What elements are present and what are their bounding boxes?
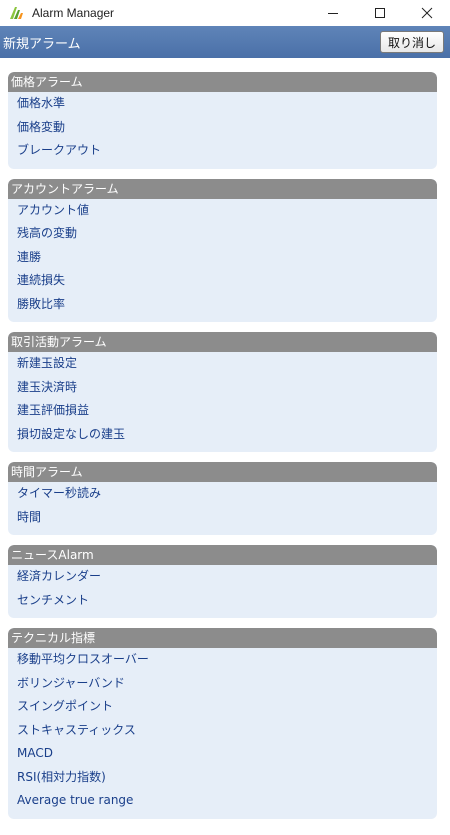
minimize-icon bbox=[327, 13, 338, 14]
list-item[interactable]: 建玉評価損益 bbox=[8, 399, 437, 423]
list-item[interactable]: センチメント bbox=[8, 589, 437, 613]
list-item[interactable]: 経済カレンダー bbox=[8, 565, 437, 589]
app-logo-icon bbox=[8, 5, 24, 21]
list-item[interactable]: RSI(相対力指数) bbox=[8, 766, 437, 790]
section-header: アカウントアラーム bbox=[8, 178, 437, 199]
maximize-icon bbox=[374, 8, 385, 18]
alarm-type-list: 価格アラーム 価格水準 価格変動 ブレークアウト アカウントアラーム アカウント… bbox=[0, 58, 450, 819]
page-title: 新規アラーム bbox=[3, 36, 81, 52]
section-account-alarm: アカウントアラーム アカウント値 残高の変動 連勝 連続損失 勝敗比率 bbox=[8, 178, 437, 322]
section-header: 価格アラーム bbox=[8, 72, 437, 92]
list-item[interactable]: 連続損失 bbox=[8, 269, 437, 293]
list-item[interactable]: 残高の変動 bbox=[8, 222, 437, 246]
list-item[interactable]: ストキャスティックス bbox=[8, 719, 437, 743]
list-item[interactable]: Average true range bbox=[8, 789, 437, 813]
section-header: ニュースAlarm bbox=[8, 545, 437, 565]
list-item[interactable]: 時間 bbox=[8, 506, 437, 530]
list-item[interactable]: ブレークアウト bbox=[8, 139, 437, 163]
close-button[interactable] bbox=[403, 0, 450, 26]
section-header: テクニカル指標 bbox=[8, 628, 437, 648]
window-controls bbox=[309, 0, 450, 26]
section-time-alarm: 時間アラーム タイマー秒読み 時間 bbox=[8, 462, 437, 535]
list-item[interactable]: アカウント値 bbox=[8, 199, 437, 223]
title-bar: Alarm Manager bbox=[0, 0, 450, 26]
list-item[interactable]: 損切設定なしの建玉 bbox=[8, 423, 437, 447]
section-trade-activity-alarm: 取引活動アラーム 新建玉設定 建玉決済時 建玉評価損益 損切設定なしの建玉 bbox=[8, 332, 437, 452]
section-header: 取引活動アラーム bbox=[8, 332, 437, 352]
list-item[interactable]: 価格水準 bbox=[8, 92, 437, 116]
cancel-button[interactable]: 取り消し bbox=[380, 31, 444, 53]
list-item[interactable]: スイングポイント bbox=[8, 695, 437, 719]
section-header: 時間アラーム bbox=[8, 462, 437, 482]
close-icon bbox=[421, 7, 432, 19]
section-technical-indicator: テクニカル指標 移動平均クロスオーバー ボリンジャーバンド スイングポイント ス… bbox=[8, 628, 437, 819]
list-item[interactable]: 連勝 bbox=[8, 246, 437, 270]
minimize-button[interactable] bbox=[309, 0, 356, 26]
window-title: Alarm Manager bbox=[32, 6, 115, 20]
list-item[interactable]: 新建玉設定 bbox=[8, 352, 437, 376]
list-item[interactable]: 勝敗比率 bbox=[8, 293, 437, 317]
section-news-alarm: ニュースAlarm 経済カレンダー センチメント bbox=[8, 545, 437, 618]
list-item[interactable]: ボリンジャーバンド bbox=[8, 672, 437, 696]
list-item[interactable]: 価格変動 bbox=[8, 116, 437, 140]
list-item[interactable]: MACD bbox=[8, 742, 437, 766]
maximize-button[interactable] bbox=[356, 0, 403, 26]
new-alarm-header: 新規アラーム 取り消し bbox=[0, 26, 450, 58]
list-item[interactable]: 建玉決済時 bbox=[8, 376, 437, 400]
section-price-alarm: 価格アラーム 価格水準 価格変動 ブレークアウト bbox=[8, 72, 437, 169]
list-item[interactable]: 移動平均クロスオーバー bbox=[8, 648, 437, 672]
list-item[interactable]: タイマー秒読み bbox=[8, 482, 437, 506]
